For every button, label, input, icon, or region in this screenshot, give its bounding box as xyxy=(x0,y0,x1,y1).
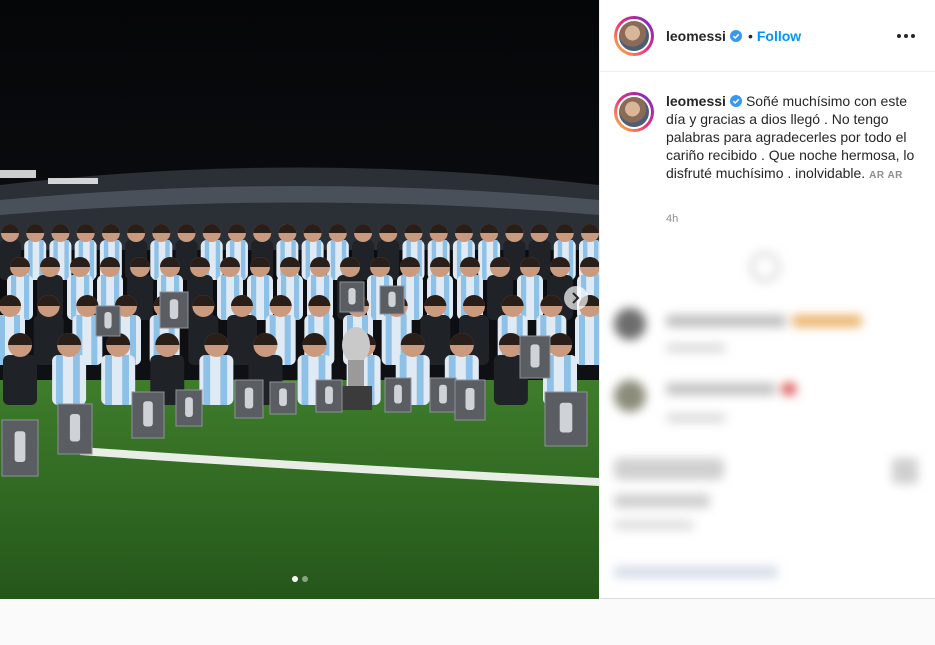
verified-badge-icon xyxy=(729,29,742,42)
caption-body: leomessi Soñé muchísimo con este día y gr… xyxy=(666,92,916,185)
caption: leomessi Soñé muchísimo con este día y gr… xyxy=(600,72,935,185)
jersey-stripe xyxy=(105,355,112,405)
more-options-button[interactable] xyxy=(893,30,919,42)
save-icon xyxy=(892,458,918,484)
carousel-next-button[interactable] xyxy=(564,286,588,310)
plaque-trophy-emblem xyxy=(388,291,396,307)
page-footer-area xyxy=(0,599,935,645)
jersey-stripe xyxy=(28,240,33,280)
follow-button[interactable]: Follow xyxy=(757,28,801,44)
post-sidebar: leomessi • Follow leomessi Soñé muchísimo… xyxy=(599,0,935,599)
jersey-stripe xyxy=(284,315,291,365)
jersey-stripe xyxy=(154,240,159,280)
carousel-dot xyxy=(302,576,308,582)
comment-line xyxy=(666,382,796,400)
plaque-trophy-emblem xyxy=(69,414,81,442)
jersey-stripe xyxy=(371,275,377,320)
plaque-trophy-emblem xyxy=(185,397,193,417)
add-comment-line xyxy=(614,566,778,578)
plaque-trophy-emblem xyxy=(394,384,402,404)
caption-avatar[interactable] xyxy=(617,95,651,129)
plaque-trophy-emblem xyxy=(439,384,447,404)
jersey-stripe xyxy=(414,275,420,320)
jersey-stripe xyxy=(482,240,487,280)
jersey-stripe xyxy=(456,240,462,280)
plaque-trophy-emblem xyxy=(559,402,573,433)
jersey-stripe xyxy=(568,240,574,280)
jersey-stripe xyxy=(294,275,300,320)
caption-flags: AR AR xyxy=(869,170,903,181)
floodlight xyxy=(0,170,36,178)
plaque-trophy-emblem xyxy=(14,431,26,462)
caption-story-ring[interactable] xyxy=(614,92,654,132)
comment-meta xyxy=(666,414,726,422)
chevron-right-icon xyxy=(572,292,580,304)
comment-line xyxy=(666,314,862,332)
verified-badge-icon xyxy=(729,95,742,107)
jersey-stripe xyxy=(305,240,311,280)
jersey-stripe xyxy=(203,355,211,405)
jersey-stripe xyxy=(64,240,69,280)
plaque-trophy-emblem xyxy=(143,401,153,427)
more-dot-icon xyxy=(897,33,901,38)
instagram-post: leomessi • Follow leomessi Soñé muchísimo… xyxy=(0,0,935,599)
jersey-stripe xyxy=(385,315,392,365)
carousel-indicator xyxy=(292,576,308,582)
post-header: leomessi • Follow xyxy=(600,0,935,72)
jersey-stripe xyxy=(264,275,270,320)
plaque-trophy-emblem xyxy=(169,299,179,319)
jersey-stripe xyxy=(215,240,221,280)
jersey-stripe xyxy=(71,275,77,320)
action-icons xyxy=(614,458,724,480)
story-ring[interactable] xyxy=(614,15,654,56)
jersey-stripe xyxy=(416,355,424,405)
jersey-stripe xyxy=(221,275,227,320)
jersey-stripe xyxy=(521,275,527,320)
jersey-stripe xyxy=(56,355,63,405)
avatar[interactable] xyxy=(617,18,651,53)
jersey-stripe xyxy=(73,355,80,405)
comment-meta xyxy=(666,344,726,352)
plaque-trophy-emblem xyxy=(530,344,540,368)
jersey-stripe xyxy=(461,275,467,320)
caption-username[interactable]: leomessi xyxy=(666,93,726,109)
jersey-stripe xyxy=(444,275,450,320)
plaque-trophy-emblem xyxy=(348,288,356,305)
comment-avatar xyxy=(614,380,646,412)
load-more-comments-icon xyxy=(750,252,780,282)
jersey-stripe xyxy=(240,240,246,280)
plaque-trophy-emblem xyxy=(325,386,333,404)
follow-separator: • xyxy=(747,27,753,44)
post-timestamp: 4h xyxy=(666,213,679,225)
more-dot-icon xyxy=(911,33,915,38)
jersey-stripe xyxy=(534,275,540,320)
jersey-stripe xyxy=(417,240,422,280)
floodlight xyxy=(48,178,98,184)
jersey-stripe xyxy=(89,240,95,280)
jersey-stripe xyxy=(330,240,336,280)
username-link[interactable]: leomessi xyxy=(666,28,726,44)
comment-avatar xyxy=(614,308,646,340)
jersey-stripe xyxy=(579,315,585,365)
jersey-stripe xyxy=(122,355,129,405)
plaque-trophy-emblem xyxy=(465,388,475,410)
jersey-stripe xyxy=(301,355,309,405)
jersey-stripe xyxy=(251,275,257,320)
more-dot-icon xyxy=(904,33,908,38)
date-line xyxy=(614,520,694,530)
jersey-stripe xyxy=(220,355,228,405)
post-photo[interactable] xyxy=(0,0,599,599)
likes-line xyxy=(614,494,710,508)
plaque-trophy-emblem xyxy=(104,312,112,329)
plaque-trophy-emblem xyxy=(244,387,254,409)
player-jersey xyxy=(3,355,37,405)
team-photo-illustration xyxy=(0,0,599,599)
jersey-stripe xyxy=(24,275,30,320)
carousel-dot xyxy=(292,576,298,582)
plaque-trophy-emblem xyxy=(279,388,287,406)
